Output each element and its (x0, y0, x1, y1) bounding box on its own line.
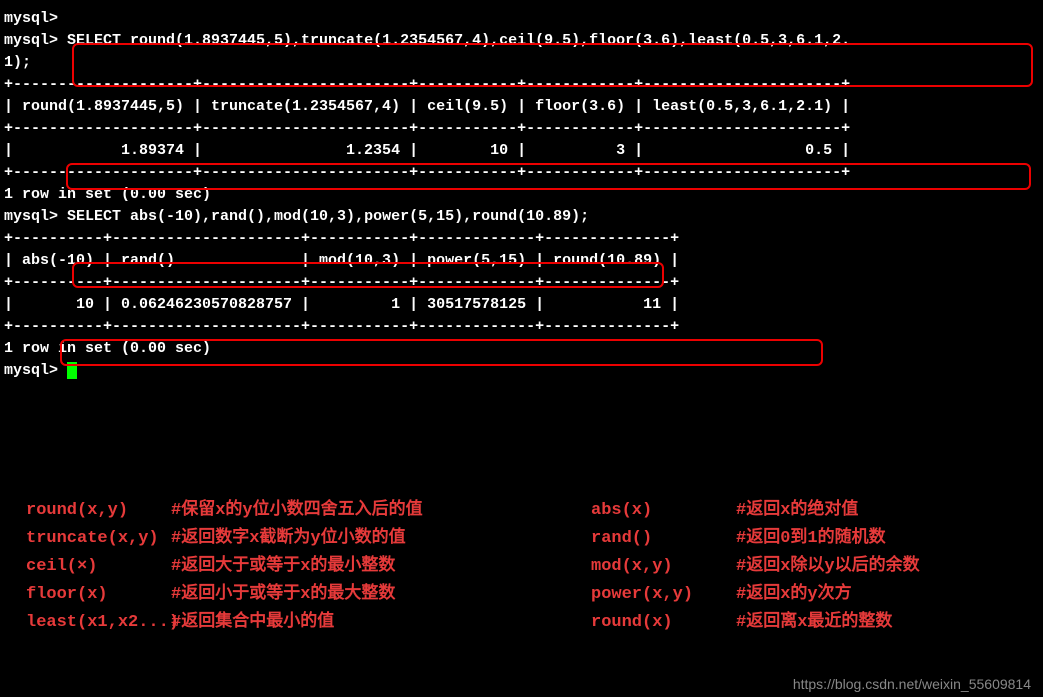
sep-line: +--------------------+------------------… (4, 118, 1039, 140)
sep-line: +--------------------+------------------… (4, 74, 1039, 96)
prompt: mysql> (4, 32, 67, 49)
annotation-func: least(x1,x2...) (26, 609, 171, 637)
annotation-row: floor(x)#返回小于或等于x的最大整数 (26, 581, 591, 609)
sep-line: +----------+---------------------+------… (4, 272, 1039, 294)
annotation-func: rand() (591, 525, 736, 553)
annotation-row: round(x,y)#保留x的y位小数四舍五入后的值 (26, 497, 591, 525)
annotation-desc: #返回x的y次方 (736, 581, 852, 609)
annotation-func: ceil(×) (26, 553, 171, 581)
data-row-1: | 1.89374 | 1.2354 | 10 | 3 | 0.5 | (4, 140, 1039, 162)
rowcount-2: 1 row in set (0.00 sec) (4, 338, 1039, 360)
annotation-row: truncate(x,y)#返回数字x截断为y位小数的值 (26, 525, 591, 553)
query1-text-a: SELECT round(1.8937445,5),truncate(1.235… (67, 32, 850, 49)
query1-line-b: 1); (4, 52, 1039, 74)
annotation-desc: #返回数字x截断为y位小数的值 (171, 525, 406, 553)
annotation-func: floor(x) (26, 581, 171, 609)
watermark: https://blog.csdn.net/weixin_55609814 (793, 676, 1031, 692)
annotation-desc: #保留x的y位小数四舍五入后的值 (171, 497, 423, 525)
annotation-func: round(x) (591, 609, 736, 637)
annotation-desc: #返回集合中最小的值 (171, 609, 334, 637)
annotation-desc: #返回大于或等于x的最小整数 (171, 553, 395, 581)
annotation-row: round(x)#返回离x最近的整数 (591, 609, 1021, 637)
annotation-desc: #返回小于或等于x的最大整数 (171, 581, 395, 609)
annotation-desc: #返回离x最近的整数 (736, 609, 892, 637)
annotation-desc: #返回x的绝对值 (736, 497, 858, 525)
annotation-row: least(x1,x2...)#返回集合中最小的值 (26, 609, 591, 637)
prompt: mysql> (4, 362, 67, 379)
annotations-left-column: round(x,y)#保留x的y位小数四舍五入后的值 truncate(x,y)… (26, 497, 591, 637)
annotation-row: power(x,y)#返回x的y次方 (591, 581, 1021, 609)
annotation-row: mod(x,y)#返回x除以y以后的余数 (591, 553, 1021, 581)
prompt-with-cursor[interactable]: mysql> (4, 360, 1039, 382)
annotation-func: round(x,y) (26, 497, 171, 525)
sep-line: +----------+---------------------+------… (4, 316, 1039, 338)
prompt: mysql> (4, 208, 67, 225)
annotation-func: abs(x) (591, 497, 736, 525)
data-row-2: | 10 | 0.06246230570828757 | 1 | 3051757… (4, 294, 1039, 316)
cursor-icon (67, 362, 77, 379)
annotation-func: power(x,y) (591, 581, 736, 609)
annotations: round(x,y)#保留x的y位小数四舍五入后的值 truncate(x,y)… (4, 497, 1021, 637)
annotations-right-column: abs(x)#返回x的绝对值 rand()#返回0到1的随机数 mod(x,y)… (591, 497, 1021, 637)
query1-line-a: mysql> SELECT round(1.8937445,5),truncat… (4, 30, 1039, 52)
sep-line: +----------+---------------------+------… (4, 228, 1039, 250)
rowcount-1: 1 row in set (0.00 sec) (4, 184, 1039, 206)
query2-text: SELECT abs(-10),rand(),mod(10,3),power(5… (67, 208, 589, 225)
annotation-func: mod(x,y) (591, 553, 736, 581)
annotation-func: truncate(x,y) (26, 525, 171, 553)
header-line-2: | abs(-10) | rand() | mod(10,3) | power(… (4, 250, 1039, 272)
annotation-row: abs(x)#返回x的绝对值 (591, 497, 1021, 525)
annotation-desc: #返回0到1的随机数 (736, 525, 886, 553)
prompt-line: mysql> (4, 8, 1039, 30)
query2-line: mysql> SELECT abs(-10),rand(),mod(10,3),… (4, 206, 1039, 228)
annotation-desc: #返回x除以y以后的余数 (736, 553, 920, 581)
terminal-output: mysql> mysql> SELECT round(1.8937445,5),… (4, 8, 1039, 382)
header-line-1: | round(1.8937445,5) | truncate(1.235456… (4, 96, 1039, 118)
annotation-row: rand()#返回0到1的随机数 (591, 525, 1021, 553)
annotation-row: ceil(×)#返回大于或等于x的最小整数 (26, 553, 591, 581)
sep-line: +--------------------+------------------… (4, 162, 1039, 184)
